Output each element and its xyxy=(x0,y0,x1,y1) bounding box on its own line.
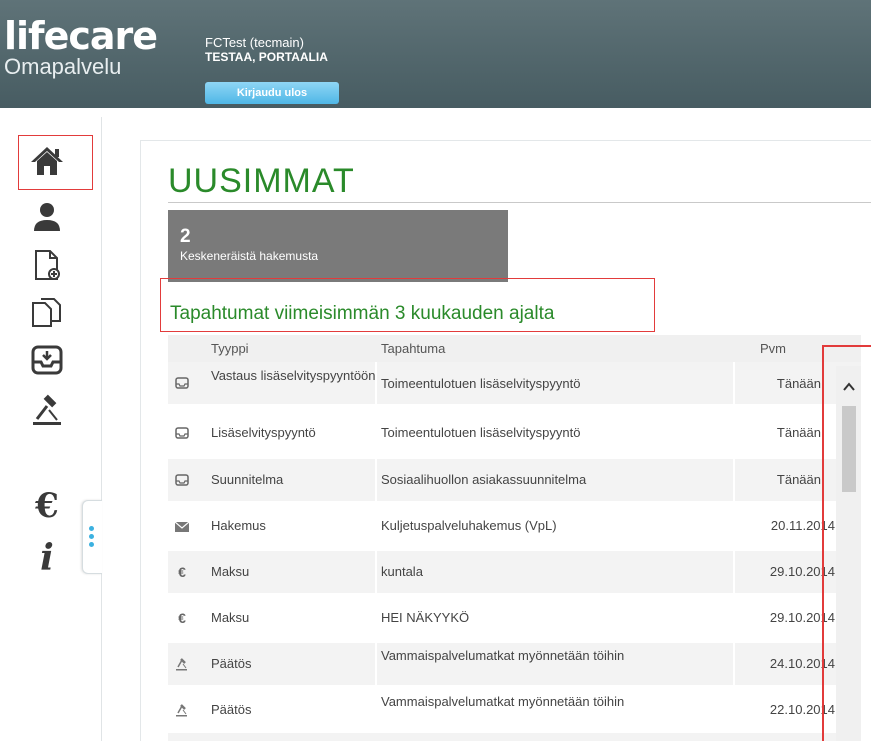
column-separator xyxy=(733,643,735,685)
row-date: Tänään xyxy=(776,472,821,487)
events-highlight-box xyxy=(160,278,655,332)
table-row[interactable]: Päätös Vammaispalvelumatkat myönnetään t… xyxy=(168,689,861,731)
row-date: Tänään xyxy=(776,425,821,440)
row-date: 29.10.2014 xyxy=(769,610,835,625)
row-type: Suunnitelma xyxy=(211,472,284,487)
brand-logo: lifecare xyxy=(4,14,158,58)
row-event: Toimeentulotuen lisäselvityspyyntö xyxy=(381,376,581,391)
row-date: 20.11.2014 xyxy=(770,518,835,533)
table-row[interactable]: Lisäselvityspyyntö Toimeentulotuen lisäs… xyxy=(168,412,861,454)
row-date: 29.10.2014 xyxy=(769,564,835,579)
column-separator xyxy=(733,362,735,404)
row-event: HEI NÄKYYKÖ xyxy=(381,610,470,625)
row-event: Sosiaalihuollon asiakassuunnitelma xyxy=(381,472,587,487)
row-date: 24.10.2014 xyxy=(769,656,835,671)
row-event: Vammaispalvelumatkat myönnetään töihin xyxy=(381,648,625,663)
app-header: lifecare Omapalvelu FCTest (tecmain) TES… xyxy=(0,0,871,117)
row-date: 22.10.2014 xyxy=(769,702,835,717)
sidebar-collapse-tab[interactable] xyxy=(82,500,102,574)
column-header-date[interactable]: Pvm xyxy=(760,341,786,357)
documents-icon[interactable] xyxy=(27,292,67,332)
column-separator xyxy=(375,459,377,501)
drafts-label: Keskeneräistä hakemusta xyxy=(180,249,319,263)
more-dots-icon xyxy=(89,526,95,550)
row-type: Päätös xyxy=(211,702,252,717)
table-row[interactable]: € Maksu kuntala 29.10.2014 xyxy=(168,551,861,593)
row-type: Hakemus xyxy=(211,518,266,533)
envelope-icon xyxy=(171,517,193,537)
row-type: Vastaus lisäselvityspyyntöön xyxy=(211,368,376,383)
euro-icon[interactable]: € xyxy=(27,486,67,526)
events-table-header: Tyyppi Tapahtuma Pvm xyxy=(168,335,861,362)
table-row[interactable]: Hakemus Kuljetuspalveluhakemus (VpL) 20.… xyxy=(168,505,861,547)
column-header-type[interactable]: Tyyppi xyxy=(211,341,249,357)
inbox-icon xyxy=(171,423,193,443)
scrollbar-highlight-top xyxy=(822,345,871,347)
drafts-tile[interactable]: 2 Keskeneräistä hakemusta xyxy=(168,210,508,282)
title-divider xyxy=(168,202,871,203)
inbox-icon[interactable] xyxy=(27,340,67,380)
gavel-icon xyxy=(171,700,193,720)
inbox-icon xyxy=(171,373,193,393)
row-event: Kuljetuspalveluhakemus (VpL) xyxy=(381,518,557,533)
person-icon[interactable] xyxy=(27,197,67,237)
table-row[interactable]: Päätös Vammaispalvelumatkat myönnetään t… xyxy=(168,643,861,685)
row-type: Lisäselvityspyyntö xyxy=(211,425,316,440)
table-scrollbar[interactable] xyxy=(836,366,861,741)
sidebar-divider xyxy=(101,117,102,741)
drafts-count: 2 xyxy=(180,226,191,247)
chevron-up-icon[interactable] xyxy=(842,380,856,394)
row-date: Tänään xyxy=(776,376,821,391)
table-row[interactable]: Vastaus lisäselvityspyyntöön Toimeentulo… xyxy=(168,362,861,404)
logout-button[interactable]: Kirjaudu ulos xyxy=(205,82,339,104)
column-header-event[interactable]: Tapahtuma xyxy=(381,341,445,357)
column-separator xyxy=(375,551,377,593)
row-event: Vammaispalvelumatkat myönnetään töihin xyxy=(381,694,625,709)
table-row xyxy=(168,733,861,741)
row-type: Päätös xyxy=(211,656,252,671)
row-event: kuntala xyxy=(381,564,423,579)
inbox-icon xyxy=(171,470,193,490)
gavel-icon[interactable] xyxy=(27,390,67,430)
home-highlight-box xyxy=(18,135,93,190)
row-type: Maksu xyxy=(211,564,250,579)
table-row[interactable]: € Maksu HEI NÄKYYKÖ 29.10.2014 xyxy=(168,597,861,639)
table-row[interactable]: Suunnitelma Sosiaalihuollon asiakassuunn… xyxy=(168,459,861,501)
scrollbar-highlight-line xyxy=(822,345,824,741)
row-event: Toimeentulotuen lisäselvityspyyntö xyxy=(381,425,581,440)
gavel-icon xyxy=(171,654,193,674)
info-icon[interactable]: i xyxy=(27,537,67,579)
column-separator xyxy=(375,643,377,685)
user-account: FCTest (tecmain) xyxy=(205,35,304,50)
page-title: UUSIMMAT xyxy=(168,162,355,200)
column-separator xyxy=(733,551,735,593)
euro-icon: € xyxy=(178,610,186,626)
column-separator xyxy=(733,459,735,501)
row-type: Maksu xyxy=(211,610,250,625)
new-document-icon[interactable] xyxy=(27,245,67,285)
user-name: TESTAA, PORTAALIA xyxy=(205,50,328,64)
euro-icon: € xyxy=(178,564,186,580)
scrollbar-thumb[interactable] xyxy=(842,406,856,492)
brand-subtitle: Omapalvelu xyxy=(4,54,122,79)
column-separator xyxy=(375,362,377,404)
